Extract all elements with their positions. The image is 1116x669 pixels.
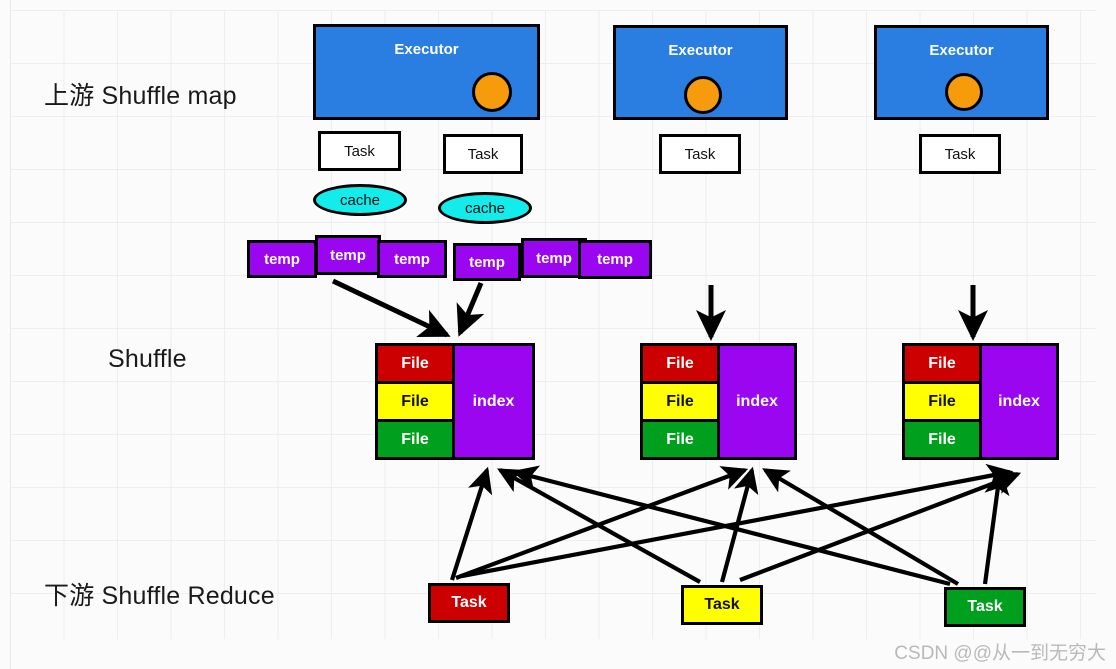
reduce-task-box[interactable]: Task [428, 583, 510, 623]
shuffle-file-cell[interactable]: File [640, 343, 720, 384]
map-task-box[interactable]: Task [659, 134, 741, 174]
shuffle-file-cell[interactable]: File [640, 381, 720, 422]
cache-ellipse[interactable]: cache [313, 184, 407, 216]
shuffle-index-cell[interactable]: index [717, 343, 797, 460]
shuffle-file-cell[interactable]: File [375, 343, 455, 384]
executor-core-icon [684, 76, 722, 114]
executor-label: Executor [394, 41, 459, 58]
map-task-box[interactable]: Task [443, 134, 523, 174]
shuffle-file-cell[interactable]: File [640, 419, 720, 460]
canvas-left-border [10, 0, 11, 669]
executor-box[interactable]: Executor [874, 25, 1049, 120]
temp-box[interactable]: temp [377, 240, 447, 278]
executor-core-icon [472, 72, 512, 112]
temp-box[interactable]: temp [453, 243, 521, 281]
row-label-upstream-shuffle-map: 上游 Shuffle map [44, 82, 237, 110]
map-task-box[interactable]: Task [318, 131, 401, 171]
cache-ellipse[interactable]: cache [438, 192, 532, 224]
shuffle-file-cell[interactable]: File [902, 343, 982, 384]
executor-core-icon [945, 73, 983, 111]
shuffle-file-cell[interactable]: File [375, 381, 455, 422]
shuffle-index-cell[interactable]: index [979, 343, 1059, 460]
executor-box[interactable]: Executor [313, 24, 540, 120]
map-task-box[interactable]: Task [919, 134, 1001, 174]
temp-box[interactable]: temp [247, 240, 317, 278]
watermark-text: CSDN @@从一到无穷大 [894, 643, 1106, 664]
executor-label: Executor [668, 42, 733, 59]
temp-box[interactable]: temp [578, 240, 652, 279]
shuffle-file-cell[interactable]: File [902, 381, 982, 422]
reduce-task-box[interactable]: Task [944, 587, 1026, 627]
executor-box[interactable]: Executor [613, 25, 788, 120]
diagram-canvas: 上游 Shuffle map Shuffle 下游 Shuffle Reduce… [0, 0, 1116, 669]
row-label-downstream-shuffle-reduce: 下游 Shuffle Reduce [44, 582, 275, 610]
temp-box[interactable]: temp [315, 235, 381, 275]
reduce-task-box[interactable]: Task [681, 585, 763, 625]
shuffle-file-cell[interactable]: File [902, 419, 982, 460]
shuffle-file-cell[interactable]: File [375, 419, 455, 460]
executor-label: Executor [929, 42, 994, 59]
row-label-shuffle: Shuffle [108, 345, 187, 373]
shuffle-index-cell[interactable]: index [452, 343, 535, 460]
